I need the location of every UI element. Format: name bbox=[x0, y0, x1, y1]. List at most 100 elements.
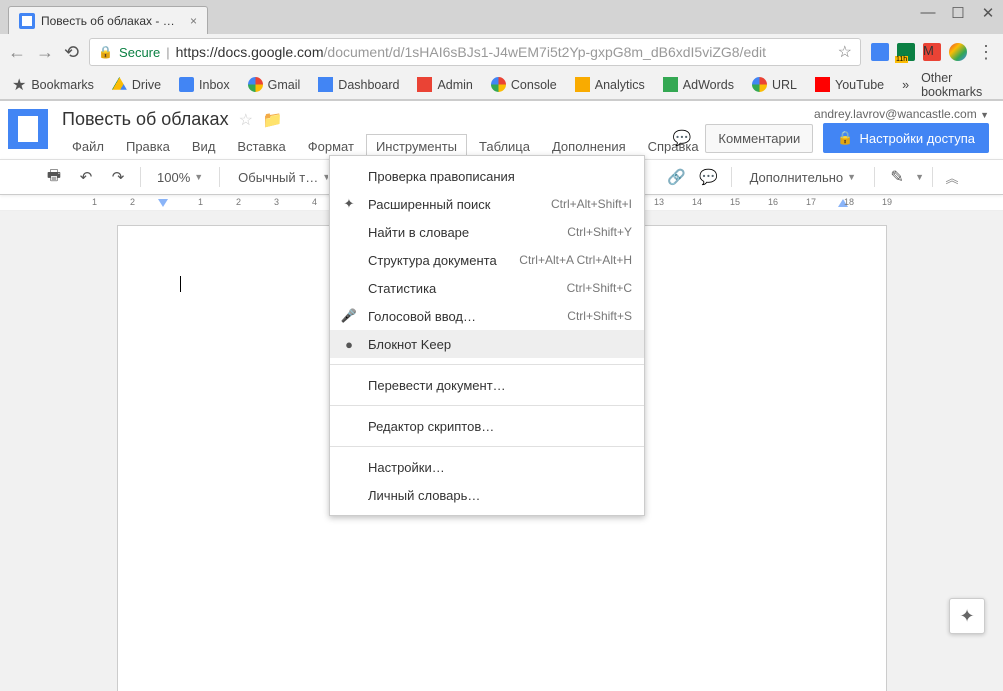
menu-item-label: Личный словарь… bbox=[368, 488, 480, 503]
chevron-down-icon: ▼ bbox=[194, 172, 203, 182]
bookmark-item[interactable]: URL bbox=[752, 77, 797, 92]
bookmark-item[interactable]: Console bbox=[491, 77, 557, 92]
print-icon[interactable]: 🖶 bbox=[40, 163, 68, 191]
explore-button[interactable]: ✦ bbox=[949, 598, 985, 634]
menu-item[interactable]: Проверка правописания bbox=[330, 162, 644, 190]
extension-icons: M bbox=[871, 43, 967, 61]
tab-strip: Повесть об облаках - G… × — ☐ ✕ bbox=[0, 0, 1003, 34]
menu-separator bbox=[330, 446, 644, 447]
menu-item-label: Найти в словаре bbox=[368, 225, 469, 240]
docs-logo-icon[interactable] bbox=[8, 109, 48, 149]
bookmark-item[interactable]: Drive bbox=[112, 77, 161, 92]
bookmarks-bar: ★Bookmarks Drive Inbox Gmail Dashboard A… bbox=[0, 70, 1003, 100]
separator bbox=[219, 167, 220, 187]
menu-edit[interactable]: Правка bbox=[116, 134, 180, 159]
gmail-extension-icon[interactable]: M bbox=[923, 43, 941, 61]
redo-icon[interactable]: ↷ bbox=[104, 163, 132, 191]
bookmark-item[interactable]: Dashboard bbox=[318, 77, 399, 92]
menu-item[interactable]: Структура документа Ctrl+Alt+A Ctrl+Alt+H bbox=[330, 246, 644, 274]
menu-file[interactable]: Файл bbox=[62, 134, 114, 159]
menu-item[interactable]: Личный словарь… bbox=[330, 481, 644, 509]
bookmark-item[interactable]: Gmail bbox=[248, 77, 301, 92]
menu-item-shortcut: Ctrl+Alt+A Ctrl+Alt+H bbox=[519, 253, 632, 267]
ruler-mark: 4 bbox=[312, 197, 317, 207]
move-folder-icon[interactable]: 📁 bbox=[263, 110, 283, 130]
address-bar-row: ← → ⟲ 🔒 Secure | https://docs.google.com… bbox=[0, 34, 1003, 70]
bookmark-item[interactable]: Inbox bbox=[179, 77, 230, 92]
star-document-icon[interactable]: ☆ bbox=[239, 110, 253, 130]
link-icon[interactable]: 🔗 bbox=[663, 163, 691, 191]
bookmarks-overflow[interactable]: »Other bookmarks bbox=[902, 71, 991, 99]
more-select[interactable]: Дополнительно ▼ bbox=[740, 170, 867, 185]
menu-item-label: Статистика bbox=[368, 281, 436, 296]
menu-item[interactable]: ✦Расширенный поискCtrl+Alt+Shift+I bbox=[330, 190, 644, 218]
chrome-extension-icon[interactable] bbox=[949, 43, 967, 61]
chevron-down-icon: ▼ bbox=[322, 172, 328, 182]
paragraph-style-select[interactable]: Обычный т… ▼ bbox=[228, 170, 328, 185]
close-window-icon[interactable]: ✕ bbox=[979, 4, 997, 22]
lock-icon: 🔒 bbox=[837, 130, 853, 146]
reload-button[interactable]: ⟲ bbox=[64, 42, 79, 63]
ruler-mark: 3 bbox=[274, 197, 279, 207]
collapse-toolbar-icon[interactable]: ︽ bbox=[941, 163, 963, 191]
url-separator: | bbox=[166, 45, 169, 60]
google-icon bbox=[491, 77, 506, 92]
menu-item-shortcut: Ctrl+Shift+C bbox=[567, 281, 632, 295]
chrome-menu-icon[interactable]: ⋮ bbox=[977, 42, 995, 63]
url-bar[interactable]: 🔒 Secure | https://docs.google.com/docum… bbox=[89, 38, 861, 66]
document-title[interactable]: Повесть об облаках bbox=[62, 109, 229, 130]
menu-view[interactable]: Вид bbox=[182, 134, 226, 159]
extension-icon[interactable] bbox=[897, 43, 915, 61]
extension-icon[interactable] bbox=[871, 43, 889, 61]
bookmark-star-icon[interactable]: ☆ bbox=[838, 42, 852, 62]
menu-item[interactable]: Настройки… bbox=[330, 453, 644, 481]
bookmark-item[interactable]: Analytics bbox=[575, 77, 645, 92]
back-button[interactable]: ← bbox=[8, 42, 26, 63]
menu-item-shortcut: Ctrl+Shift+S bbox=[567, 309, 632, 323]
google-icon bbox=[248, 77, 263, 92]
maximize-icon[interactable]: ☐ bbox=[949, 4, 967, 22]
menu-item[interactable]: Статистика Ctrl+Shift+C bbox=[330, 274, 644, 302]
user-email[interactable]: andrey.lavrov@wancastle.com ▼ bbox=[814, 107, 989, 121]
edit-mode-icon[interactable]: ✎ bbox=[883, 163, 911, 191]
google-icon bbox=[752, 77, 767, 92]
menu-insert[interactable]: Вставка bbox=[227, 134, 295, 159]
url-text: https://docs.google.com/document/d/1sHAI… bbox=[176, 44, 766, 60]
zoom-select[interactable]: 100% ▼ bbox=[149, 170, 211, 185]
secure-label: Secure bbox=[119, 45, 160, 60]
indent-marker-icon[interactable] bbox=[158, 199, 168, 207]
ruler-mark: 18 bbox=[844, 197, 854, 207]
tools-dropdown: Проверка правописания✦Расширенный поискC… bbox=[329, 155, 645, 516]
menu-item-label: Голосовой ввод… bbox=[368, 309, 476, 324]
ruler-mark: 19 bbox=[882, 197, 892, 207]
youtube-icon bbox=[815, 77, 830, 92]
comments-button[interactable]: Комментарии bbox=[705, 124, 813, 153]
menu-item[interactable]: Перевести документ… bbox=[330, 371, 644, 399]
undo-icon[interactable]: ↶ bbox=[72, 163, 100, 191]
bookmark-item[interactable]: YouTube bbox=[815, 77, 884, 92]
separator bbox=[140, 167, 141, 187]
minimize-icon[interactable]: — bbox=[919, 4, 937, 22]
bookmark-item[interactable]: ★Bookmarks bbox=[12, 75, 94, 95]
menu-item-shortcut: Ctrl+Alt+Shift+I bbox=[551, 197, 632, 211]
separator bbox=[731, 167, 732, 187]
separator bbox=[874, 167, 875, 187]
menu-item[interactable]: ●Блокнот Keep bbox=[330, 330, 644, 358]
ruler-mark: 1 bbox=[92, 197, 97, 207]
menu-separator bbox=[330, 364, 644, 365]
menu-item[interactable]: Редактор скриптов… bbox=[330, 412, 644, 440]
share-button[interactable]: 🔒Настройки доступа bbox=[823, 123, 989, 153]
comment-icon[interactable]: 💬 bbox=[673, 129, 692, 147]
menu-item[interactable]: Найти в словареCtrl+Shift+Y bbox=[330, 218, 644, 246]
lock-icon: 🔒 bbox=[98, 45, 113, 59]
tab-title: Повесть об облаках - G… bbox=[41, 14, 184, 28]
menu-item-label: Структура документа bbox=[368, 253, 497, 268]
comment-add-icon[interactable]: 💬 bbox=[695, 163, 723, 191]
menu-item[interactable]: 🎤Голосовой ввод…Ctrl+Shift+S bbox=[330, 302, 644, 330]
browser-tab[interactable]: Повесть об облаках - G… × bbox=[8, 6, 208, 34]
drive-icon bbox=[112, 77, 127, 92]
bookmark-item[interactable]: AdWords bbox=[663, 77, 734, 92]
bookmark-item[interactable]: Admin bbox=[417, 77, 472, 92]
menu-item-label: Расширенный поиск bbox=[368, 197, 490, 212]
close-tab-icon[interactable]: × bbox=[190, 14, 197, 28]
